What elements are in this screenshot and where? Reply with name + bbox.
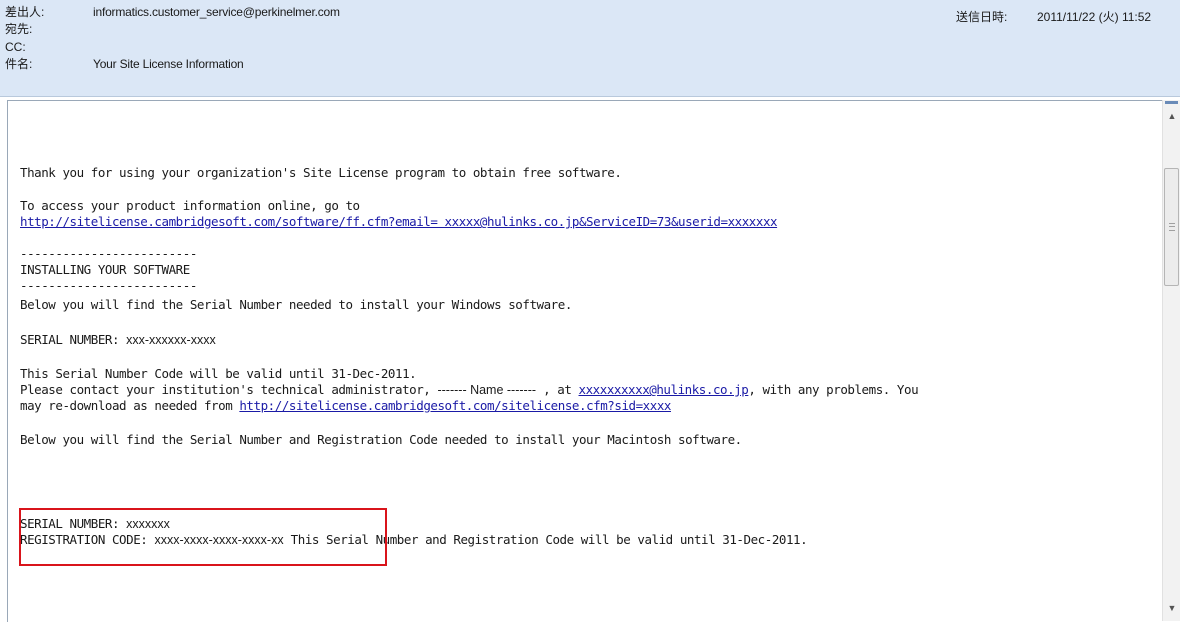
mac-serial-value: xxxxxxx [126, 517, 170, 531]
scrollbar-top-marker [1165, 101, 1178, 104]
admin-email-link[interactable]: xxxxxxxxxx@hulinks.co.jp [579, 382, 749, 397]
to-label: 宛先: [5, 22, 33, 36]
message-body[interactable]: Thank you for using your organization's … [7, 100, 1163, 622]
divider-bottom: ------------------------- [20, 278, 197, 293]
macintosh-line: Below you will find the Serial Number an… [20, 432, 742, 447]
cc-label: CC: [5, 40, 26, 54]
mac-serial-line: SERIAL NUMBER: xxxxxxx [20, 516, 170, 532]
divider-top: ------------------------- [20, 246, 197, 261]
contact-line: Please contact your institution's techni… [20, 382, 919, 398]
from-label: 差出人: [5, 5, 45, 19]
triangle-down-icon[interactable]: ▼ [1163, 600, 1180, 616]
product-info-link[interactable]: http://sitelicense.cambridgesoft.com/sof… [20, 214, 778, 229]
registration-validity: This Serial Number and Registration Code… [283, 532, 808, 547]
registration-value: xxxx-xxxx-xxxx-xxxx-xx [154, 533, 284, 547]
windows-line: Below you will find the Serial Number ne… [20, 297, 572, 312]
sent-datetime: 2011/11/22 (火) 11:52 [1037, 10, 1152, 24]
windows-serial-line: SERIAL NUMBER: xxx-xxxxxx-xxxx [20, 332, 216, 348]
admin-name-placeholder: ------- Name ------- [437, 383, 537, 397]
mac-serial-label: SERIAL NUMBER: [20, 516, 127, 531]
sent-label: 送信日時: [956, 10, 1008, 24]
product-info-link-line: http://sitelicense.cambridgesoft.com/sof… [20, 214, 778, 230]
redownload-line: may re-download as needed from http://si… [20, 398, 671, 414]
redownload-link[interactable]: http://sitelicense.cambridgesoft.com/sit… [239, 398, 671, 413]
subject-value: Your Site License Information [93, 57, 244, 71]
subject-label: 件名: [5, 57, 33, 71]
thank-you-line: Thank you for using your organization's … [20, 165, 622, 180]
scrollbar-thumb[interactable] [1164, 168, 1179, 286]
vertical-scrollbar[interactable]: ▲ ▼ [1162, 100, 1180, 621]
from-address[interactable]: informatics.customer_service@perkinelmer… [93, 4, 340, 20]
access-line: To access your product information onlin… [20, 198, 360, 213]
install-heading: INSTALLING YOUR SOFTWARE [20, 262, 190, 277]
redownload-text: may re-download as needed from [20, 398, 240, 413]
serial-value: xxx-xxxxxx-xxxx [126, 333, 216, 347]
validity-line: This Serial Number Code will be valid un… [20, 366, 417, 381]
contact-text-c: , with any problems. You [748, 382, 919, 397]
registration-label: REGISTRATION CODE: [20, 532, 155, 547]
registration-line: REGISTRATION CODE: xxxx-xxxx-xxxx-xxxx-x… [20, 532, 808, 548]
contact-text-b: , at [536, 382, 579, 397]
serial-label: SERIAL NUMBER: [20, 332, 127, 347]
contact-text-a: Please contact your institution's techni… [20, 382, 438, 397]
message-header: 差出人: informatics.customer_service@perkin… [0, 0, 1180, 97]
triangle-up-icon[interactable]: ▲ [1163, 108, 1180, 124]
grip-icon [1169, 223, 1175, 231]
